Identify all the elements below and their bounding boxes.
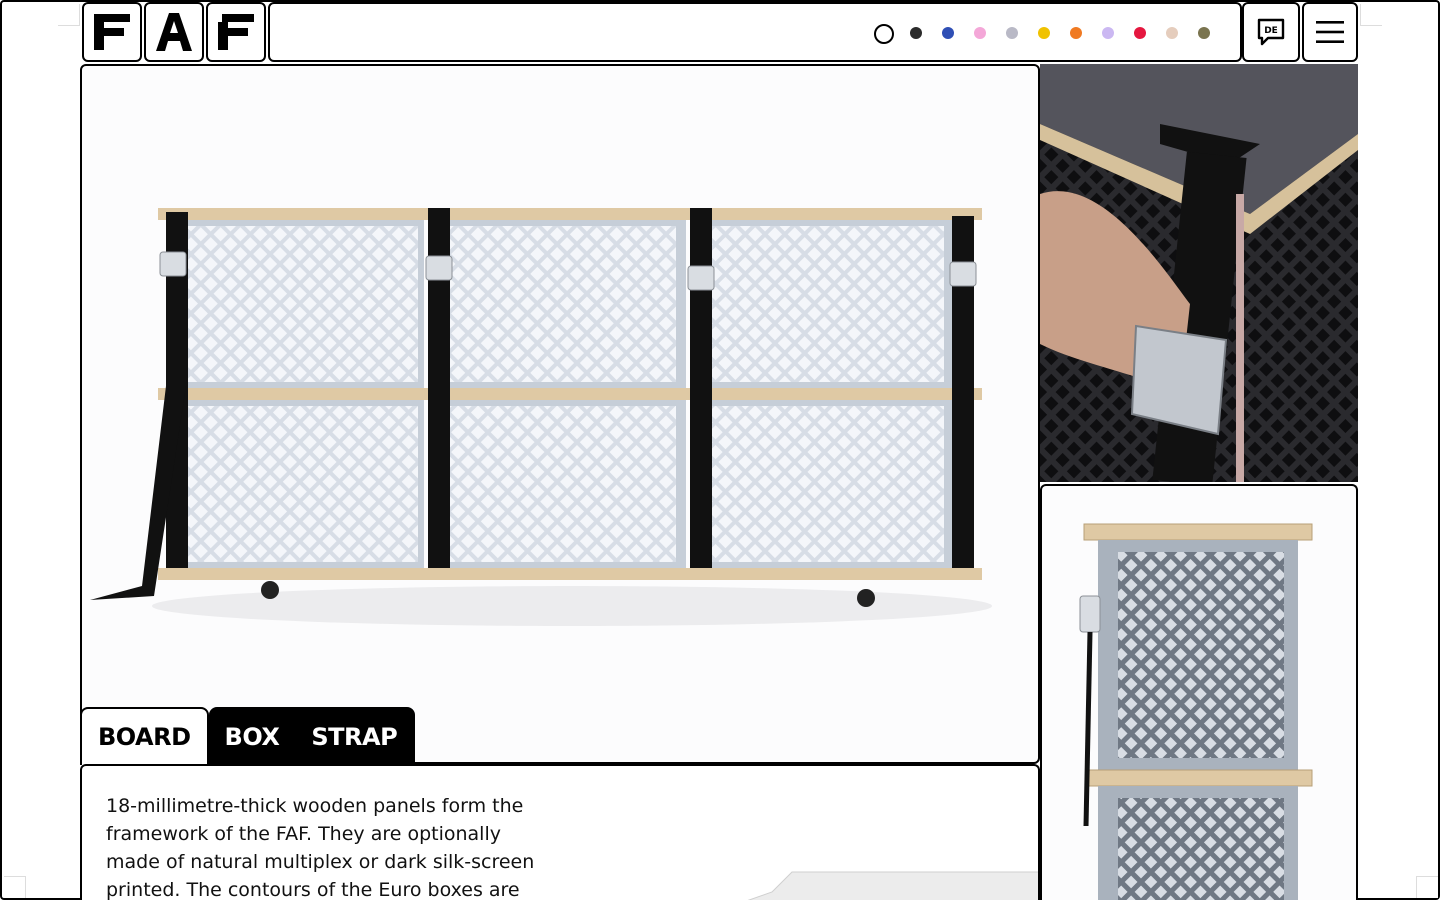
- corner-mark: [58, 4, 80, 26]
- logo-f-tile[interactable]: F: [82, 2, 142, 62]
- color-swatch-button[interactable]: [1038, 27, 1050, 39]
- color-swatch-button[interactable]: [1166, 27, 1178, 39]
- tab-board[interactable]: BOARD: [80, 707, 209, 765]
- color-swatch-button[interactable]: [874, 24, 894, 44]
- logo-a-glyph: [156, 13, 192, 51]
- product-description: 18-millimetre-thick wooden panels form t…: [106, 795, 535, 900]
- color-swatch-button[interactable]: [942, 27, 954, 39]
- logo-a-tile[interactable]: A: [144, 2, 204, 62]
- color-swatch-button[interactable]: [1134, 27, 1146, 39]
- tab-box[interactable]: BOX: [208, 707, 296, 765]
- corner-mark: [1360, 4, 1382, 26]
- stacked-crates-image: [1040, 484, 1358, 900]
- corner-mark: [1416, 876, 1438, 898]
- logo-f-glyph: [94, 14, 130, 50]
- language-label: DE: [1264, 26, 1278, 36]
- speech-bubble-icon: DE: [1257, 18, 1285, 46]
- color-swatch-button[interactable]: [974, 27, 986, 39]
- strap-detail-image: [1040, 64, 1358, 482]
- tab-strap[interactable]: STRAP: [295, 707, 416, 765]
- logo-f-glyph: [218, 14, 254, 50]
- color-selector: [268, 2, 1242, 62]
- color-swatch-button[interactable]: [1006, 27, 1018, 39]
- product-part-tabs: BOARD BOX STRAP: [80, 707, 416, 765]
- color-swatch-button[interactable]: [910, 27, 922, 39]
- board-preview-image: [747, 871, 1038, 900]
- corner-mark: [4, 876, 26, 898]
- logo-f2-tile[interactable]: F: [206, 2, 266, 62]
- color-swatch-button[interactable]: [1198, 27, 1210, 39]
- color-swatch-button[interactable]: [1102, 27, 1114, 39]
- menu-button[interactable]: [1302, 2, 1358, 62]
- main-product-image: [80, 64, 1040, 764]
- color-swatch-button[interactable]: [1070, 27, 1082, 39]
- description-panel: 18-millimetre-thick wooden panels form t…: [80, 764, 1040, 900]
- language-switch-button[interactable]: DE: [1242, 2, 1300, 62]
- hamburger-menu-icon: [1316, 21, 1344, 43]
